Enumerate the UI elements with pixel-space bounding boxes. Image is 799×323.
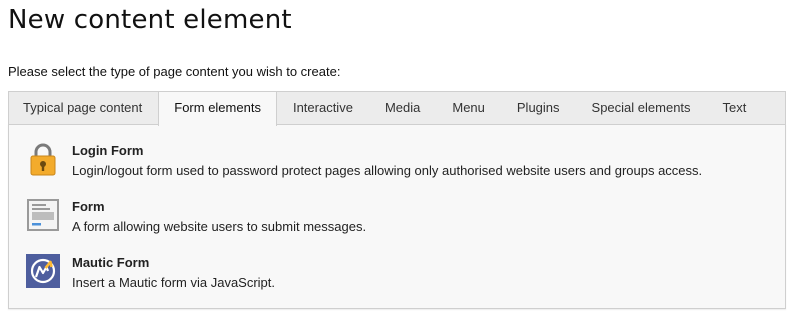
tab-interactive[interactable]: Interactive (277, 92, 369, 124)
tab-plugins[interactable]: Plugins (501, 92, 576, 124)
item-title: Login Form (72, 143, 144, 158)
tab-form-elements[interactable]: Form elements (158, 92, 277, 126)
tab-typical-page-content[interactable]: Typical page content (9, 92, 158, 124)
item-description: A form allowing website users to submit … (72, 219, 367, 234)
item-description: Insert a Mautic form via JavaScript. (72, 275, 276, 290)
content-element-form[interactable]: Form A form allowing website users to su… (26, 198, 366, 238)
tab-menu[interactable]: Menu (436, 92, 501, 124)
tab-special-elements[interactable]: Special elements (576, 92, 707, 124)
tab-bar: Typical page content Form elements Inter… (8, 91, 786, 126)
tab-panel-form-elements: Login Form Login/logout form used to pas… (8, 124, 786, 309)
item-title: Mautic Form (72, 255, 150, 270)
tab-text[interactable]: Text (707, 92, 763, 124)
form-icon (26, 198, 60, 232)
instruction-text: Please select the type of page content y… (8, 64, 341, 79)
mautic-icon (26, 254, 60, 288)
page-title: New content element (8, 5, 292, 35)
new-content-element-wizard: New content element Please select the ty… (0, 0, 799, 323)
item-description: Login/logout form used to password prote… (72, 163, 703, 178)
lock-icon (26, 142, 60, 176)
tab-media[interactable]: Media (369, 92, 436, 124)
content-element-login-form[interactable]: Login Form Login/logout form used to pas… (26, 142, 702, 182)
content-element-mautic-form[interactable]: Mautic Form Insert a Mautic form via Jav… (26, 254, 275, 294)
item-title: Form (72, 199, 105, 214)
